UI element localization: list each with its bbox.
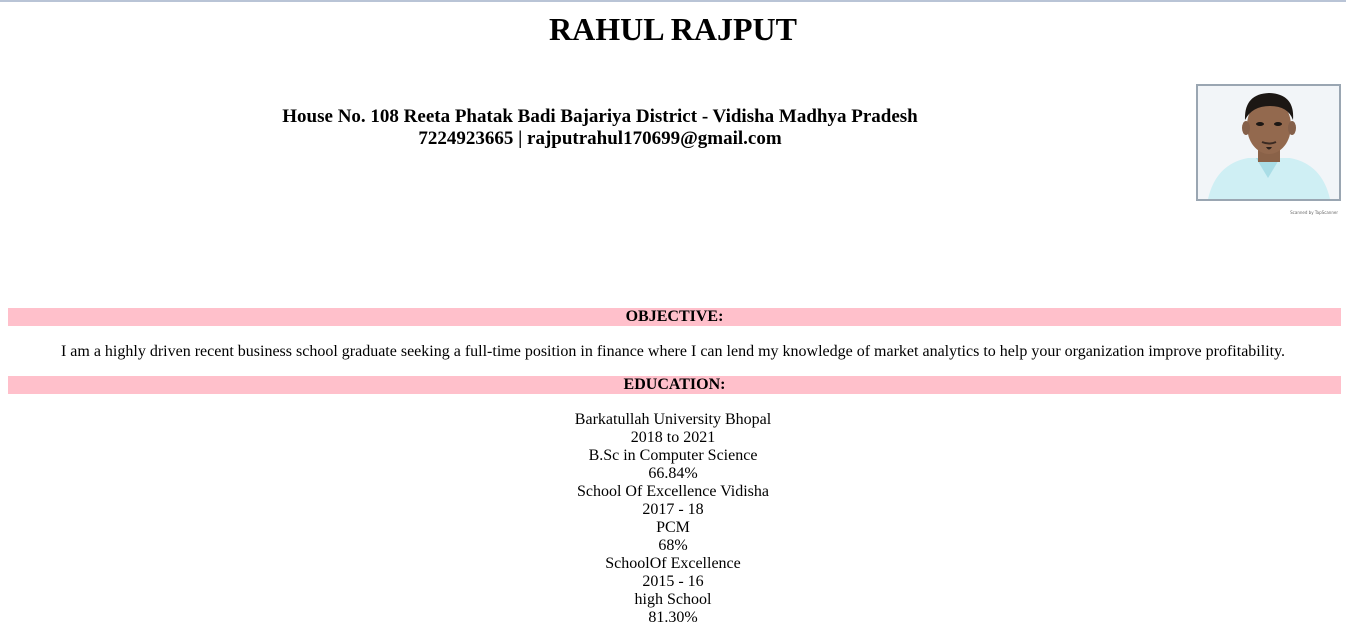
list-item: B.Sc in Computer Science xyxy=(588,447,758,464)
list-item: Barkatullah University Bhopal xyxy=(574,411,772,428)
list-item: 2015 - 16 xyxy=(642,573,704,590)
list-item: 2018 to 2021 xyxy=(630,429,716,446)
list-item: 2017 - 18 xyxy=(642,501,704,518)
list-item: School Of Excellence Vidisha xyxy=(576,483,770,500)
resume-name: RAHUL RAJPUT xyxy=(548,11,797,47)
education-heading: EDUCATION: xyxy=(8,376,1341,394)
education-list: Barkatullah University Bhopal 2018 to 20… xyxy=(0,411,1346,627)
contact-block: House No. 108 Reeta Phatak Badi Bajariya… xyxy=(0,106,1200,150)
objective-text: I am a highly driven recent business sch… xyxy=(60,343,1286,360)
address-line: House No. 108 Reeta Phatak Badi Bajariya… xyxy=(282,106,918,127)
objective-heading: OBJECTIVE: xyxy=(8,308,1341,326)
photo-credit: Scanned by TapScanner xyxy=(1290,210,1338,215)
list-item: PCM xyxy=(656,519,690,536)
profile-photo xyxy=(1196,84,1341,201)
list-item: 66.84% xyxy=(648,465,698,482)
list-item: high School xyxy=(634,591,712,608)
list-item: 68% xyxy=(658,537,688,554)
phone-email-line: 7224923665 | rajputrahul170699@gmail.com xyxy=(418,128,782,149)
list-item: SchoolOf Excellence xyxy=(605,555,741,572)
profile-photo-image xyxy=(1198,86,1339,199)
list-item: 81.30% xyxy=(648,609,698,626)
